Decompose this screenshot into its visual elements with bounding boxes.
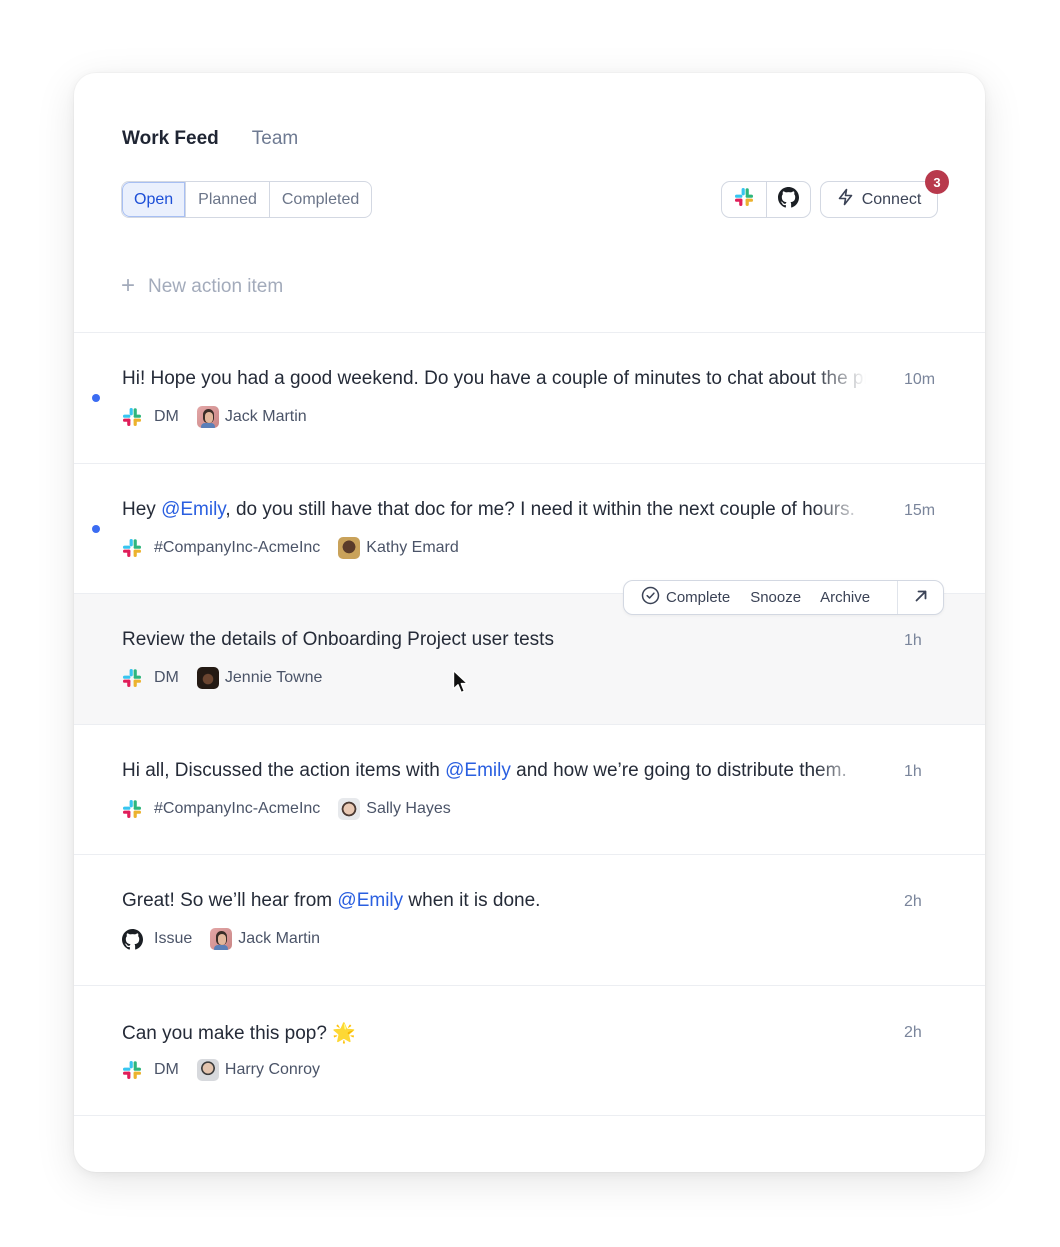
avatar <box>338 536 361 559</box>
slack-icon <box>734 187 754 212</box>
feed-list: Hi! Hope you had a good weekend. Do you … <box>74 333 985 1116</box>
complete-button[interactable]: Complete <box>641 586 730 609</box>
slack-icon <box>121 667 143 689</box>
feed-item-meta: DM Harry Conroy <box>121 1058 320 1081</box>
feed-item-message: Review the details of Onboarding Project… <box>122 629 866 651</box>
feed-item-person[interactable]: Jennie Towne <box>225 669 323 687</box>
feed-item-channel[interactable]: Issue <box>154 930 192 948</box>
integrations-group <box>721 181 811 218</box>
feed-item-message: Hi all, Discussed the action items with … <box>122 760 866 782</box>
complete-label: Complete <box>666 589 731 606</box>
message-text: , do you still have that doc for me? I n… <box>225 498 855 520</box>
feed-item-channel[interactable]: DM <box>154 1061 179 1079</box>
feed-item-time: 1h <box>904 762 922 780</box>
feed-item-person[interactable]: Sally Hayes <box>366 800 450 818</box>
feed-item-time: 10m <box>904 371 936 388</box>
new-action-item-placeholder: New action item <box>148 276 284 297</box>
feed-item-person[interactable]: Jack Martin <box>238 930 320 948</box>
avatar <box>210 928 233 950</box>
feed-item-message: Hi! Hope you had a good weekend. Do you … <box>122 368 866 390</box>
mention-link[interactable]: @Emily <box>337 890 403 911</box>
message-text: Can you make this pop? 🌟 <box>122 1022 356 1044</box>
status-filter: Open Planned Completed <box>121 181 373 218</box>
mention-link[interactable]: @Emily <box>445 760 511 781</box>
feed-item-channel[interactable]: DM <box>154 408 179 426</box>
tab-team[interactable]: Team <box>252 128 298 150</box>
snooze-button[interactable]: Snooze <box>750 589 801 606</box>
feed-item-time: 1h <box>904 632 922 649</box>
notification-badge: 3 <box>925 170 949 194</box>
unread-dot <box>92 524 100 533</box>
feed-item-channel[interactable]: #CompanyInc-AcmeInc <box>154 800 320 818</box>
avatar <box>196 1058 219 1081</box>
avatar <box>196 406 219 428</box>
message-text: Hey <box>122 498 162 520</box>
arrow-up-right-icon <box>913 588 929 608</box>
filter-planned[interactable]: Planned <box>186 182 270 217</box>
slack-icon <box>121 1059 143 1081</box>
work-feed-card: Work Feed Team Open Planned Completed Co… <box>74 73 985 1172</box>
feed-item-person[interactable]: Jack Martin <box>225 408 307 426</box>
tab-work-feed[interactable]: Work Feed <box>122 128 219 150</box>
feed-item-message: Hey @Emily, do you still have that doc f… <box>122 499 866 521</box>
feed-item-person[interactable]: Harry Conroy <box>225 1061 320 1079</box>
feed-item[interactable]: Hi all, Discussed the action items with … <box>74 725 985 855</box>
avatar <box>338 797 361 820</box>
row-actions-toolbar: Complete Snooze Archive <box>623 580 944 615</box>
unread-dot <box>92 394 100 402</box>
github-icon <box>778 186 799 213</box>
slack-icon <box>121 537 143 559</box>
archive-button[interactable]: Archive <box>820 589 870 606</box>
feed-item-meta: #CompanyInc-AcmeInc Kathy Emard <box>121 536 459 559</box>
github-integration-button[interactable] <box>766 182 810 217</box>
new-action-item-input[interactable]: + New action item <box>121 272 284 299</box>
feed-item-time: 2h <box>904 1023 922 1041</box>
feed-item-channel[interactable]: #CompanyInc-AcmeInc <box>154 539 320 557</box>
connect-button[interactable]: Connect <box>820 181 938 218</box>
filter-open[interactable]: Open <box>122 182 187 217</box>
feed-item[interactable]: Can you make this pop? 🌟 2h DM Harry Conroy <box>74 986 985 1116</box>
feed-item-meta: DM Jack Martin <box>121 406 307 428</box>
feed-item[interactable]: Hey @Emily, do you still have that doc f… <box>74 464 985 594</box>
message-text: Hi! Hope you had a good weekend. Do you … <box>122 368 866 389</box>
feed-item[interactable]: Hi! Hope you had a good weekend. Do you … <box>74 333 985 464</box>
feed-item-meta: #CompanyInc-AcmeInc Sally Hayes <box>121 797 451 820</box>
slack-icon <box>121 798 143 820</box>
open-external-button[interactable] <box>897 581 943 614</box>
message-text: when it is done. <box>403 890 541 911</box>
feed-item-meta: DM Jennie Towne <box>121 667 322 689</box>
feed-item[interactable]: Great! So we’ll hear from @Emily when it… <box>74 855 985 986</box>
slack-icon <box>121 406 143 428</box>
plus-icon: + <box>121 272 136 299</box>
message-text: Great! So we’ll hear from <box>122 890 338 911</box>
slack-integration-button[interactable] <box>722 182 766 217</box>
feed-item-channel[interactable]: DM <box>154 669 179 687</box>
check-circle-icon <box>641 586 660 609</box>
message-text: and how we’re going to distribute them. <box>510 759 847 781</box>
feed-item-meta: Issue Jack Martin <box>121 928 320 950</box>
avatar <box>196 667 219 689</box>
message-text: Hi all, Discussed the action items with <box>122 759 446 781</box>
filter-completed[interactable]: Completed <box>270 182 371 217</box>
github-icon <box>121 928 143 950</box>
mention-link[interactable]: @Emily <box>161 499 225 520</box>
connect-label: Connect <box>861 190 922 208</box>
feed-item-message: Can you make this pop? 🌟 <box>122 1021 866 1045</box>
message-text: Review the details of Onboarding Project… <box>122 629 554 650</box>
tab-bar: Work Feed Team <box>122 128 298 150</box>
feed-item-time: 2h <box>904 893 922 910</box>
feed-item-time: 15m <box>904 501 936 519</box>
feed-item-message: Great! So we’ll hear from @Emily when it… <box>122 890 866 912</box>
feed-item-person[interactable]: Kathy Emard <box>366 539 458 557</box>
mouse-cursor-icon <box>452 669 470 700</box>
lightning-icon <box>837 188 854 211</box>
